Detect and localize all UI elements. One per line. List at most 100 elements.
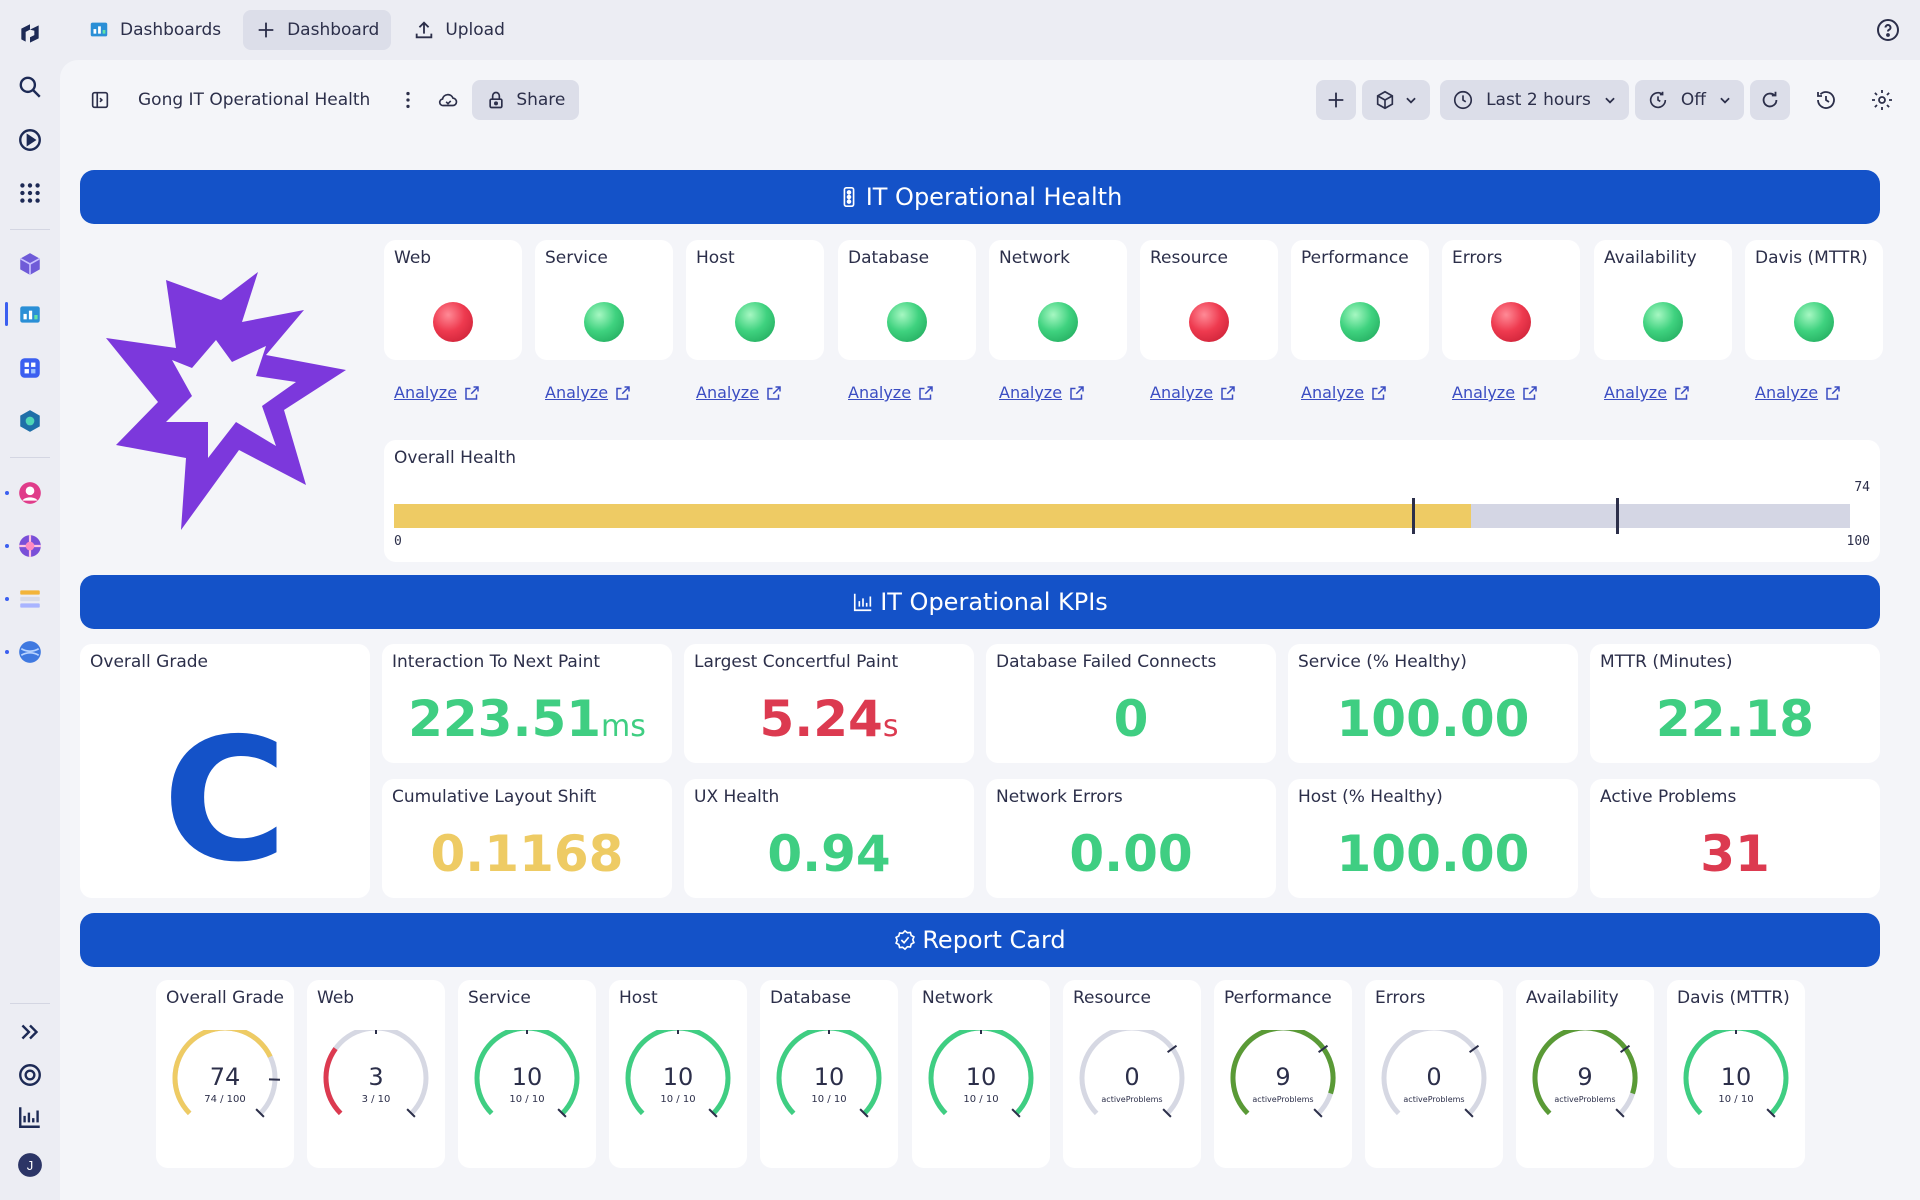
external-link-icon [1826, 385, 1840, 400]
external-link-icon [1675, 385, 1689, 400]
kpi-tile: Interaction To Next Paint 223.51ms [382, 644, 672, 763]
analyze-link[interactable]: Analyze [1452, 383, 1539, 402]
usage-chart-icon[interactable] [10, 1097, 50, 1137]
health-tile: Performance [1291, 240, 1429, 360]
support-icon[interactable] [10, 1055, 50, 1095]
kpi-value: 100.00 [1288, 690, 1578, 748]
health-tile-label: Davis (MTTR) [1755, 248, 1868, 268]
health-tile-label: Performance [1301, 248, 1409, 268]
gauge-subtext: 10 / 10 [963, 1094, 998, 1105]
sphere-app-icon[interactable] [10, 632, 50, 672]
rail-dot [5, 650, 9, 654]
health-tile-label: Network [999, 248, 1070, 268]
sidebar-toggle-icon [91, 91, 109, 109]
chevron-down-icon [1720, 97, 1730, 104]
kpi-value: 223.51ms [382, 690, 672, 748]
segments-dropdown[interactable] [1362, 80, 1431, 120]
gauge-label: Performance [1224, 988, 1332, 1008]
user-avatar[interactable]: J [10, 1145, 50, 1185]
help-icon[interactable] [1876, 18, 1900, 42]
report-card-tile: Network 10 10 / 10 [912, 980, 1050, 1168]
gauge-subtext: 10 / 10 [660, 1094, 695, 1105]
analyze-link[interactable]: Analyze [848, 383, 935, 402]
status-indicator [735, 302, 775, 342]
health-tile: Database [838, 240, 976, 360]
kpi-label: Active Problems [1600, 787, 1737, 807]
gauge-value: 9 [1577, 1063, 1592, 1091]
toggle-sidebar-button[interactable] [80, 80, 120, 120]
globe-app-icon[interactable] [10, 526, 50, 566]
analyze-link[interactable]: Analyze [999, 383, 1086, 402]
dashboards-nav-button[interactable]: Dashboards [76, 10, 233, 50]
refresh-button[interactable] [1750, 80, 1790, 120]
analyze-link[interactable]: Analyze [545, 383, 632, 402]
kpi-tile: Database Failed Connects 0 [986, 644, 1276, 763]
status-indicator [584, 302, 624, 342]
gauge-subtext: activeProblems [1554, 1095, 1615, 1104]
kpi-label: UX Health [694, 787, 780, 807]
traffic-light-icon [843, 187, 855, 207]
user-sessions-app-icon[interactable] [10, 473, 50, 513]
history-button[interactable] [1806, 80, 1846, 120]
timeframe-selector[interactable]: Last 2 hours [1440, 80, 1629, 120]
health-tile-label: Database [848, 248, 930, 268]
kpi-tile: MTTR (Minutes) 22.18 [1590, 644, 1880, 763]
dashboard-toolbar: Gong IT Operational Health Share Last 2 … [60, 60, 1920, 140]
gauge-label: Network [922, 988, 993, 1008]
analyze-link[interactable]: Analyze [394, 383, 481, 402]
kpi-value: 0.1168 [382, 825, 672, 883]
expand-rail-icon[interactable] [10, 1012, 50, 1052]
dashboard-title[interactable]: Gong IT Operational Health [138, 90, 370, 110]
rail-divider [10, 1003, 50, 1004]
rail-dot [5, 491, 9, 495]
search-icon[interactable] [10, 67, 50, 107]
analyze-link[interactable]: Analyze [1604, 383, 1691, 402]
status-indicator [1340, 302, 1380, 342]
gauge: 74 74 / 100 [172, 1030, 281, 1118]
gauge: 10 10 / 10 [625, 1030, 731, 1118]
external-link-icon [919, 385, 933, 400]
cloud-save-button[interactable] [428, 80, 468, 120]
external-link-icon [1221, 385, 1235, 400]
overall-grade-letter: C [162, 702, 288, 900]
cloud-sync-icon [439, 93, 458, 107]
notebooks-app-icon[interactable] [10, 348, 50, 388]
share-button[interactable]: Share [472, 80, 580, 120]
release-app-icon[interactable] [10, 579, 50, 619]
status-indicator [1794, 302, 1834, 342]
plus-icon [1328, 92, 1344, 108]
analyze-link[interactable]: Analyze [1150, 383, 1237, 402]
analyze-link-label: Analyze [999, 383, 1063, 402]
more-options-button[interactable] [388, 80, 428, 120]
analyze-link[interactable]: Analyze [1301, 383, 1388, 402]
status-indicator [1189, 302, 1229, 342]
kpi-value: 0.94 [684, 825, 974, 883]
analyze-link-label: Analyze [1452, 383, 1516, 402]
settings-button[interactable] [1862, 80, 1902, 120]
play-circle-icon[interactable] [10, 120, 50, 160]
cube-app-icon[interactable] [10, 244, 50, 284]
analyze-link[interactable]: Analyze [1755, 383, 1842, 402]
apps-grid-icon[interactable] [10, 173, 50, 213]
new-dashboard-button[interactable]: Dashboard [243, 10, 392, 50]
threshold-marker [1412, 498, 1416, 534]
auto-refresh-selector[interactable]: Off [1634, 80, 1744, 120]
overall-health-tile: Overall Health 74 0 100 [384, 440, 1880, 562]
add-tile-button[interactable] [1316, 80, 1357, 120]
upload-button[interactable]: Upload [401, 10, 517, 50]
svg-text:J: J [27, 1158, 34, 1173]
kpi-label: Largest Concertful Paint [694, 652, 899, 672]
gauge-subtext: 10 / 10 [1718, 1094, 1753, 1105]
dashboards-app-icon[interactable] [10, 295, 50, 335]
kpi-value: 0.00 [986, 825, 1276, 883]
infrastructure-app-icon[interactable] [10, 401, 50, 441]
kpi-value-number: 100.00 [1336, 825, 1530, 883]
app-logo-icon[interactable] [10, 14, 50, 54]
gauge-value: 0 [1426, 1063, 1441, 1091]
health-tile-label: Availability [1604, 248, 1697, 268]
kebab-menu-icon [406, 91, 410, 109]
analyze-link[interactable]: Analyze [696, 383, 783, 402]
report-card-tile: Web 3 3 / 10 [307, 980, 445, 1168]
lock-icon [489, 91, 503, 109]
report-card-tile: Host 10 10 / 10 [609, 980, 747, 1168]
